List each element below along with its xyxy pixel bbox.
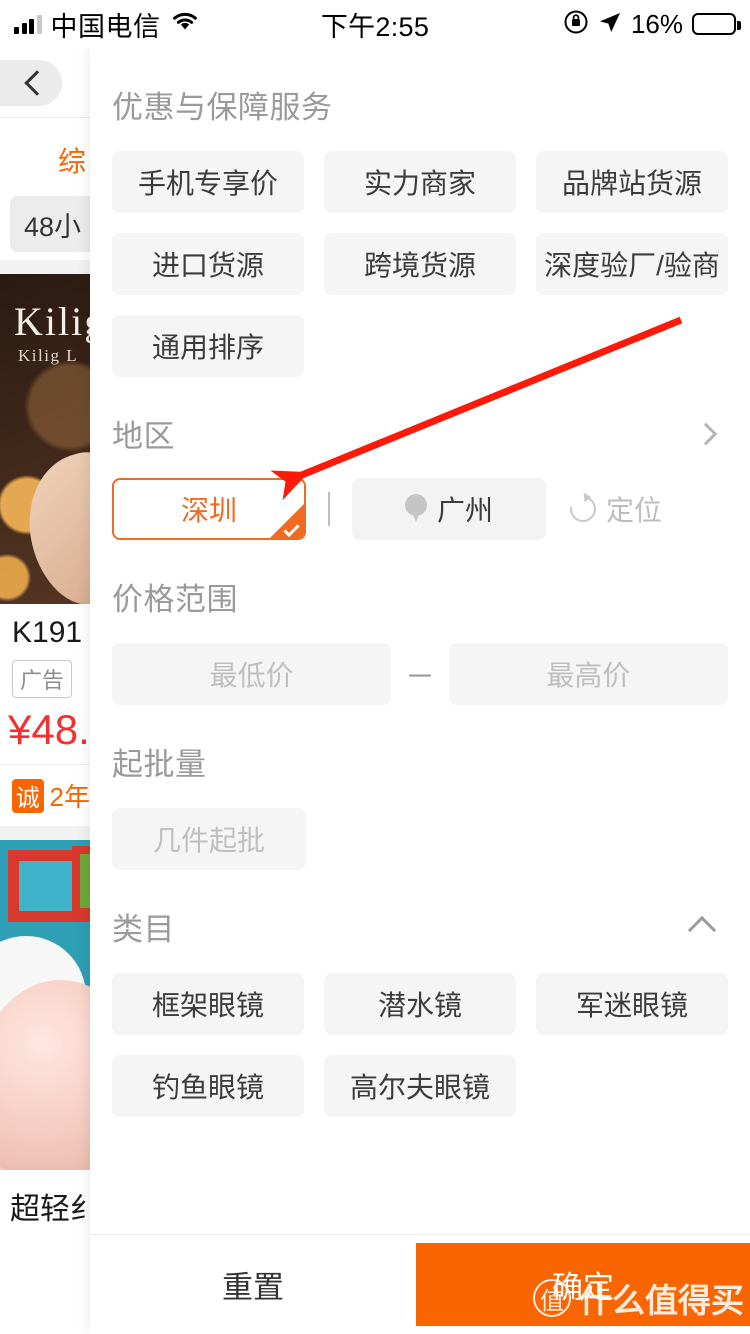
list-gap-2 [0,826,90,840]
product-card[interactable]: Kilig Kilig L K191 广告 ¥48. 诚 2年 [0,274,90,826]
sort-bar[interactable]: 综 [0,118,90,190]
filter-action-bar: 重置 确定 值 什么值得买 [90,1234,750,1334]
moq-row: 几件起批 [112,784,728,870]
region-current-city-label: 广州 [436,495,493,526]
quick-filter-bar[interactable]: 48小 [0,190,90,260]
quick-filter-chip[interactable]: 48小 [10,196,90,252]
filter-panel: 优惠与保障服务 手机专享价 实力商家 品牌站货源 进口货源 跨境货源 深度验厂/… [90,48,750,1334]
product-image-2 [0,840,90,1170]
map-pin-icon [404,494,427,524]
service-chip-1[interactable]: 实力商家 [324,151,516,213]
filter-panel-scroll[interactable]: 优惠与保障服务 手机专享价 实力商家 品牌站货源 进口货源 跨境货源 深度验厂/… [90,48,750,1234]
product-photo-hand [13,442,90,604]
shop-info-row: 诚 2年 [0,764,90,826]
service-chip-6[interactable]: 通用排序 [112,315,304,377]
ad-badge: 广告 [12,660,73,698]
region-section-title: 地区 [112,419,175,454]
sort-tab-comprehensive[interactable]: 综 [58,140,86,180]
service-chip-2[interactable]: 品牌站货源 [536,151,728,213]
location-arrow-icon [598,10,622,39]
price-range-row: 最低价 － 最高价 [112,619,728,705]
rotation-lock-icon [563,9,589,40]
product-photo-frame-2 [72,846,90,916]
refresh-icon [564,490,602,528]
moq-section-title: 起批量 [112,747,207,782]
service-chip-0[interactable]: 手机专享价 [112,151,304,213]
category-section-title: 类目 [112,912,175,947]
confirm-button[interactable]: 确定 值 什么值得买 [416,1243,750,1326]
price-max-input[interactable]: 最高价 [448,643,728,705]
battery-percent-label: 16% [630,8,683,39]
category-chip-2[interactable]: 军迷眼镜 [536,973,728,1035]
confirm-button-label: 确定 [552,1270,614,1305]
region-chip-current-city[interactable]: 广州 [352,478,546,540]
category-section-header[interactable]: 类目 [112,870,728,949]
region-row: 深圳 广州 定位 [112,456,728,540]
region-section-header[interactable]: 地区 [112,377,728,456]
product-title: K191 [12,616,83,649]
service-chip-3[interactable]: 进口货源 [112,233,304,295]
integrity-badge-icon: 诚 [12,778,44,813]
relocate-button[interactable]: 定位 [564,489,663,529]
moq-input[interactable]: 几件起批 [112,808,306,870]
product-brand-subtext: Kilig L [18,346,79,365]
region-chip-selected[interactable]: 深圳 [112,478,306,540]
back-button[interactable] [0,60,62,106]
shop-years-label: 2年 [49,782,90,812]
product-image: Kilig Kilig L [0,274,90,604]
search-results-backdrop[interactable]: 综 48小 Kilig Kilig L K191 广告 ¥48. 诚 2年 超轻… [0,48,90,1334]
category-chip-0[interactable]: 框架眼镜 [112,973,304,1035]
chevron-right-icon[interactable] [694,422,718,445]
price-min-input[interactable]: 最低价 [112,643,392,705]
product-card-2[interactable]: 超轻纟 [0,840,90,1228]
backdrop-navbar [0,48,90,118]
category-chip-grid: 框架眼镜 潜水镜 军迷眼镜 钓鱼眼镜 高尔夫眼镜 [112,949,728,1117]
service-chip-5[interactable]: 深度验厂/验商 [536,233,728,295]
reset-button[interactable]: 重置 [90,1235,416,1334]
status-bar: 中国电信 下午2:55 16% [0,0,750,48]
services-chip-grid: 手机专享价 实力商家 品牌站货源 进口货源 跨境货源 深度验厂/验商 通用排序 [112,127,728,377]
product-price: ¥48. [8,706,90,753]
relocate-label: 定位 [606,495,663,526]
price-range-separator: － [405,661,435,694]
product-badges: 广告 [0,650,90,698]
category-chip-1[interactable]: 潜水镜 [324,973,516,1035]
category-chip-4[interactable]: 高尔夫眼镜 [324,1055,516,1117]
status-bar-right: 16% [563,8,741,40]
services-section-title: 优惠与保障服务 [112,90,333,125]
list-gap [0,260,90,274]
battery-low-icon [692,13,741,35]
service-chip-4[interactable]: 跨境货源 [324,233,516,295]
price-section-title: 价格范围 [112,582,238,617]
chevron-left-icon [24,70,50,96]
product-photo-subject [0,980,90,1170]
region-chip-selected-label: 深圳 [180,495,237,526]
category-chip-3[interactable]: 钓鱼眼镜 [112,1055,304,1117]
region-divider [328,492,330,526]
product-title-2: 超轻纟 [10,1193,90,1226]
chevron-up-icon[interactable] [687,915,717,944]
product-brand-text: Kilig [14,299,90,344]
